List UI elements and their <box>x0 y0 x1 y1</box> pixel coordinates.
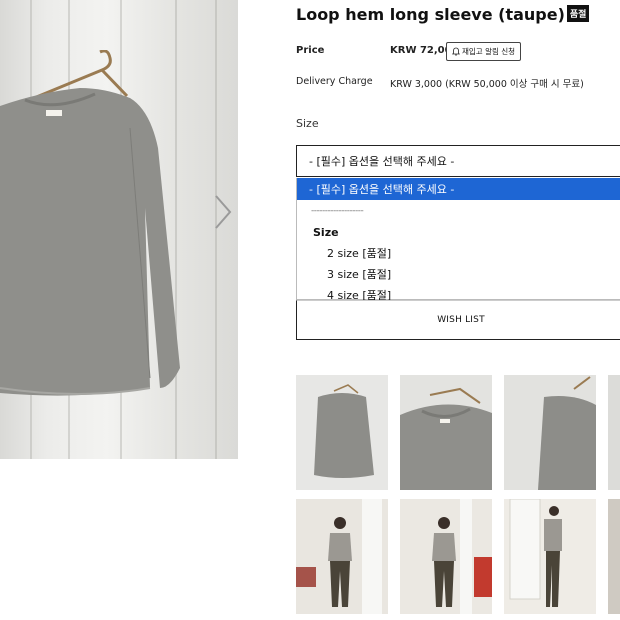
wishlist-label: WISH LIST <box>437 315 485 325</box>
dropdown-group-size: Size <box>313 226 339 239</box>
price-label: Price <box>296 45 325 56</box>
size-select[interactable]: - [필수] 옵션을 선택해 주세요 - <box>296 145 620 177</box>
soldout-badge: 품절 <box>566 5 590 22</box>
restock-alert-label: 재입고 알림 신청 <box>462 47 516 56</box>
thumbnail-4[interactable] <box>608 375 620 490</box>
wishlist-button[interactable]: WISH LIST <box>296 300 620 340</box>
dropdown-option-3-size[interactable]: 3 size [품절] <box>327 263 620 284</box>
main-product-image <box>0 0 238 459</box>
chevron-right-icon <box>215 195 232 229</box>
bell-icon <box>452 47 460 56</box>
thumbnail-2[interactable] <box>400 375 492 490</box>
dropdown-option-default-label: - [필수] 옵션을 선택해 주세요 - <box>309 183 455 196</box>
product-title: Loop hem long sleeve (taupe) 품절 <box>296 5 590 24</box>
next-image-button[interactable] <box>208 192 238 232</box>
thumbnail-6[interactable] <box>400 499 492 614</box>
shirt-image <box>0 88 180 396</box>
restock-alert-button[interactable]: 재입고 알림 신청 <box>446 42 522 61</box>
delivery-label: Delivery Charge <box>296 76 373 87</box>
dropdown-option-default[interactable]: - [필수] 옵션을 선택해 주세요 - <box>297 178 620 200</box>
delivery-value: KRW 3,000 (KRW 50,000 이상 구매 시 무료) <box>390 79 584 90</box>
thumbnail-1[interactable] <box>296 375 388 490</box>
thumbnail-8[interactable] <box>608 499 620 614</box>
dropdown-option-2-size[interactable]: 2 size [품절] <box>327 242 620 263</box>
size-select-value: - [필수] 옵션을 선택해 주세요 - <box>309 155 455 168</box>
thumbnail-5[interactable] <box>296 499 388 614</box>
thumbnail-7[interactable] <box>504 499 596 614</box>
product-title-text: Loop hem long sleeve (taupe) <box>296 5 565 24</box>
size-label: Size <box>296 117 319 130</box>
size-dropdown-list: - [필수] 옵션을 선택해 주세요 - -------------------… <box>296 178 620 302</box>
thumbnail-3[interactable] <box>504 375 596 490</box>
dropdown-separator: ------------------- <box>311 206 364 216</box>
